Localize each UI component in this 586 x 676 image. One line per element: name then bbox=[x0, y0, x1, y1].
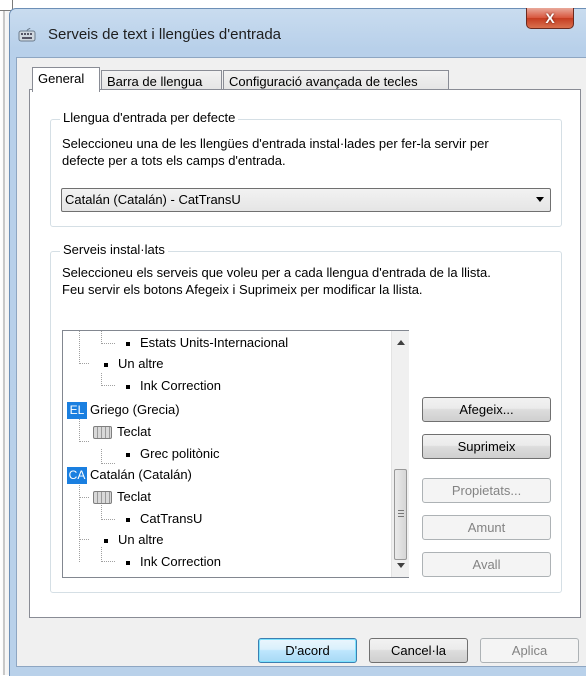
bullet-icon bbox=[104, 538, 108, 543]
cancel-button[interactable]: Cancel·la bbox=[369, 638, 468, 663]
tab-general[interactable]: General bbox=[32, 67, 100, 92]
keyboard-app-icon bbox=[18, 28, 36, 42]
keyboard-icon bbox=[93, 491, 112, 505]
tree-scrollbar[interactable] bbox=[391, 331, 409, 577]
default-language-description-1: Seleccioneu una de les llengües d'entrad… bbox=[62, 136, 489, 151]
apply-button[interactable]: Aplica bbox=[480, 638, 579, 663]
tree-item-ink-correction-2[interactable]: Ink Correction bbox=[126, 552, 221, 572]
tree-item-ink-correction-1[interactable]: Ink Correction bbox=[126, 376, 221, 396]
add-button[interactable]: Afegeix... bbox=[422, 397, 551, 422]
default-language-value: Catalán (Catalán) - CatTransU bbox=[65, 192, 241, 207]
close-button[interactable]: X bbox=[526, 8, 574, 29]
bullet-icon bbox=[104, 362, 108, 367]
bullet-icon bbox=[126, 517, 130, 522]
chevron-down-icon bbox=[536, 197, 544, 202]
language-badge-icon: EL bbox=[67, 402, 87, 420]
move-up-button[interactable]: Amunt bbox=[422, 515, 551, 540]
tree-item-us-international[interactable]: Estats Units-Internacional bbox=[126, 333, 288, 353]
bullet-icon bbox=[126, 560, 130, 565]
background-window-edge bbox=[0, 0, 9, 675]
scroll-thumb[interactable] bbox=[394, 469, 407, 560]
installed-services-description-1: Seleccioneu els serveis que voleu per a … bbox=[62, 265, 491, 280]
scroll-down-arrow-icon[interactable] bbox=[397, 563, 405, 568]
tree-item-keyboard-catalan[interactable]: Teclat bbox=[93, 487, 151, 507]
bullet-icon bbox=[126, 452, 130, 457]
installed-services-description-2: Feu servir els botons Afegeix i Suprimei… bbox=[62, 282, 423, 297]
scroll-up-arrow-icon[interactable] bbox=[397, 340, 405, 345]
ok-button[interactable]: D'acord bbox=[258, 638, 357, 663]
tree-item-other-2[interactable]: Un altre bbox=[104, 530, 164, 550]
installed-services-group-label: Serveis instal·lats bbox=[60, 242, 168, 257]
properties-button[interactable]: Propietats... bbox=[422, 478, 551, 503]
remove-button[interactable]: Suprimeix bbox=[422, 434, 551, 459]
tree-item-polytonic-greek[interactable]: Grec politònic bbox=[126, 444, 219, 464]
bullet-icon bbox=[126, 384, 130, 389]
default-language-description-2: defecte per a tots els camps d'entrada. bbox=[62, 153, 286, 168]
keyboard-icon bbox=[93, 426, 112, 440]
bullet-icon bbox=[126, 341, 130, 346]
tree-item-greek[interactable]: EL Griego (Grecia) bbox=[67, 400, 180, 420]
tree-item-keyboard-greek[interactable]: Teclat bbox=[93, 422, 151, 442]
window-title: Serveis de text i llengües d'entrada bbox=[48, 26, 282, 43]
tree-item-cattransu[interactable]: CatTransU bbox=[126, 509, 202, 529]
tree-item-other-1[interactable]: Un altre bbox=[104, 354, 164, 374]
tree-item-catalan[interactable]: CA Catalán (Catalán) bbox=[67, 465, 192, 485]
default-language-dropdown[interactable]: Catalán (Catalán) - CatTransU bbox=[61, 188, 551, 212]
close-icon: X bbox=[545, 10, 555, 26]
language-badge-icon: CA bbox=[67, 467, 87, 485]
installed-services-tree[interactable]: Estats Units-Internacional Un altre Ink … bbox=[62, 330, 409, 578]
default-language-group-label: Llengua d'entrada per defecte bbox=[60, 110, 239, 125]
move-down-button[interactable]: Avall bbox=[422, 552, 551, 577]
